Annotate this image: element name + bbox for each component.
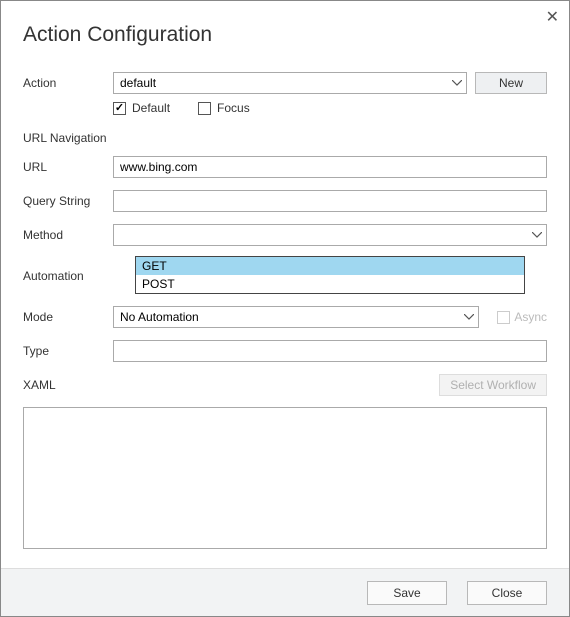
dialog-title: Action Configuration xyxy=(23,23,547,47)
type-label: Type xyxy=(23,344,113,358)
automation-label: Automation xyxy=(23,269,113,283)
select-workflow-button: Select Workflow xyxy=(439,374,547,396)
async-checkbox: Async xyxy=(497,310,547,324)
mode-row: Mode No Automation Async xyxy=(23,305,547,329)
method-label: Method xyxy=(23,228,113,242)
focus-checkbox[interactable]: Focus xyxy=(198,101,250,115)
checkbox-icon xyxy=(198,102,211,115)
save-button[interactable]: Save xyxy=(367,581,447,605)
chevron-down-icon xyxy=(464,314,474,320)
query-string-label: Query String xyxy=(23,194,113,208)
default-checkbox[interactable]: Default xyxy=(113,101,170,115)
action-select[interactable]: default xyxy=(113,72,467,94)
method-row: Method xyxy=(23,223,547,247)
type-input[interactable] xyxy=(113,340,547,362)
action-label: Action xyxy=(23,76,113,90)
checkbox-icon xyxy=(113,102,126,115)
new-button[interactable]: New xyxy=(475,72,547,94)
url-row: URL xyxy=(23,155,547,179)
url-input[interactable] xyxy=(113,156,547,178)
default-checkbox-label: Default xyxy=(132,101,170,115)
xaml-row: XAML Select Workflow xyxy=(23,373,547,397)
mode-select[interactable]: No Automation xyxy=(113,306,479,328)
action-configuration-dialog: ✕ Action Configuration Action default Ne… xyxy=(0,0,570,617)
url-label: URL xyxy=(23,160,113,174)
xaml-textarea[interactable] xyxy=(23,407,547,549)
method-dropdown-panel: GET POST xyxy=(135,256,525,294)
dialog-content: Action Configuration Action default New … xyxy=(1,1,569,568)
method-select[interactable] xyxy=(113,224,547,246)
checkbox-icon xyxy=(497,311,510,324)
async-label: Async xyxy=(514,310,547,324)
url-navigation-label: URL Navigation xyxy=(23,131,547,145)
chevron-down-icon xyxy=(532,232,542,238)
query-string-row: Query String xyxy=(23,189,547,213)
method-option-get[interactable]: GET xyxy=(136,257,524,275)
method-option-post[interactable]: POST xyxy=(136,275,524,293)
chevron-down-icon xyxy=(452,80,462,86)
xaml-label: XAML xyxy=(23,378,113,392)
action-select-value: default xyxy=(120,76,156,90)
mode-label: Mode xyxy=(23,310,113,324)
type-row: Type xyxy=(23,339,547,363)
dialog-footer: Save Close xyxy=(1,568,569,616)
focus-checkbox-label: Focus xyxy=(217,101,250,115)
close-button[interactable]: Close xyxy=(467,581,547,605)
query-string-input[interactable] xyxy=(113,190,547,212)
mode-select-value: No Automation xyxy=(120,310,199,324)
action-checkbox-row: Default Focus xyxy=(113,101,547,115)
action-row: Action default New xyxy=(23,71,547,95)
